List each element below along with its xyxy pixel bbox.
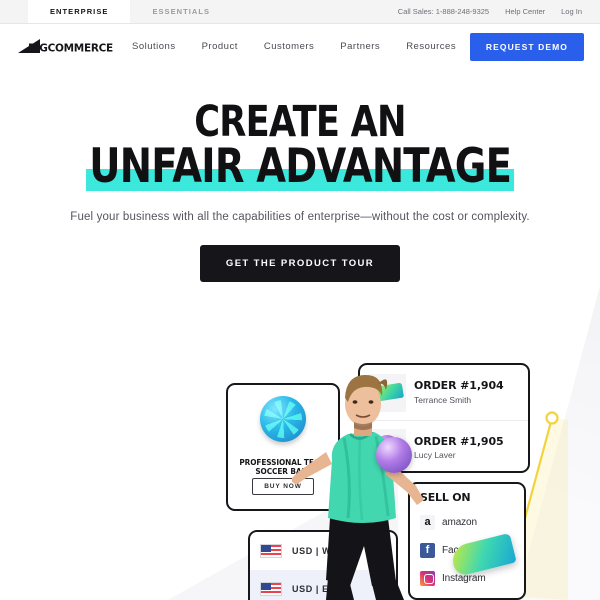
- flag-canton: [261, 545, 271, 552]
- us-flag-icon: [260, 544, 282, 558]
- floating-purple-ball: [376, 437, 412, 473]
- headline-line-2: UNFAIR ADVANTAGE: [85, 138, 515, 194]
- hero-subheadline: Fuel your business with all the capabili…: [70, 210, 530, 223]
- hero-section: CREATE AN UNFAIR ADVANTAGE Fuel your bus…: [0, 69, 600, 282]
- headline-highlight: UNFAIR ADVANTAGE: [85, 138, 515, 194]
- headline-line-1: CREATE AN: [194, 97, 406, 147]
- soccer-player-photo: [292, 374, 424, 600]
- get-product-tour-button[interactable]: GET THE PRODUCT TOUR: [199, 244, 401, 282]
- page-root: ENTERPRISE ESSENTIALS Call Sales: 1-888-…: [0, 0, 600, 600]
- flag-canton: [261, 583, 271, 590]
- sell-channel-label: amazon: [442, 516, 477, 528]
- us-flag-icon: [260, 582, 282, 596]
